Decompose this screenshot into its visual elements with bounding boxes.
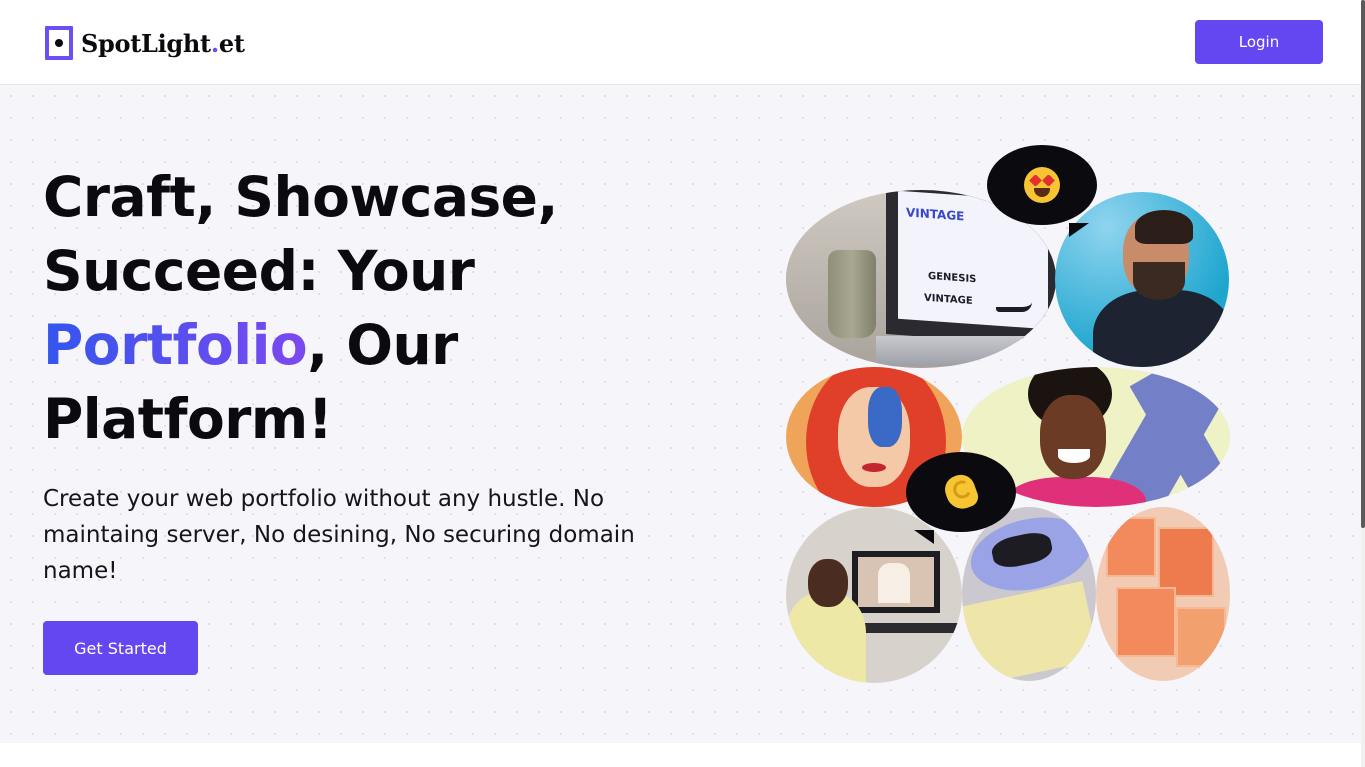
tin-can-photo (962, 507, 1096, 681)
logo-mark-icon (45, 26, 73, 60)
laughing-man-photo (1055, 192, 1229, 367)
headline-line-2: Succeed: Your (43, 239, 475, 303)
laptop-screen-text-2: GENESIS (928, 270, 977, 286)
login-button[interactable]: Login (1195, 20, 1323, 64)
brand-logo[interactable]: SpotLight.et (45, 25, 245, 61)
designer-at-computer-photo (786, 507, 962, 683)
get-started-button[interactable]: Get Started (43, 621, 198, 675)
headline-line-1: Craft, Showcase, (43, 165, 558, 229)
hero-description: Create your web portfolio without any hu… (43, 486, 635, 584)
laptop-screen-text-3: VINTAGE (924, 292, 973, 307)
hero-headline: Craft, Showcase, Succeed: Your Portfolio… (43, 160, 643, 456)
laptop-screen-text-1: VINTAGE (906, 205, 965, 224)
headline-line-3-rest: , Our (307, 313, 458, 377)
heart-eyes-speech-bubble (987, 145, 1097, 237)
brand-name: SpotLight.et (81, 28, 245, 58)
navbar: SpotLight.et Login (0, 0, 1361, 85)
heart-eyes-emoji-icon (1024, 167, 1060, 203)
hero-section: Craft, Showcase, Succeed: Your Portfolio… (0, 85, 1361, 743)
headline-line-4: Platform! (43, 387, 333, 451)
scrollbar-thumb[interactable] (1361, 0, 1365, 528)
pinching-hand-emoji-icon (941, 470, 981, 514)
headline-accent-word: Portfolio (43, 313, 308, 377)
orange-boxes-photo (1096, 507, 1230, 681)
pinching-hand-speech-bubble (906, 452, 1016, 544)
